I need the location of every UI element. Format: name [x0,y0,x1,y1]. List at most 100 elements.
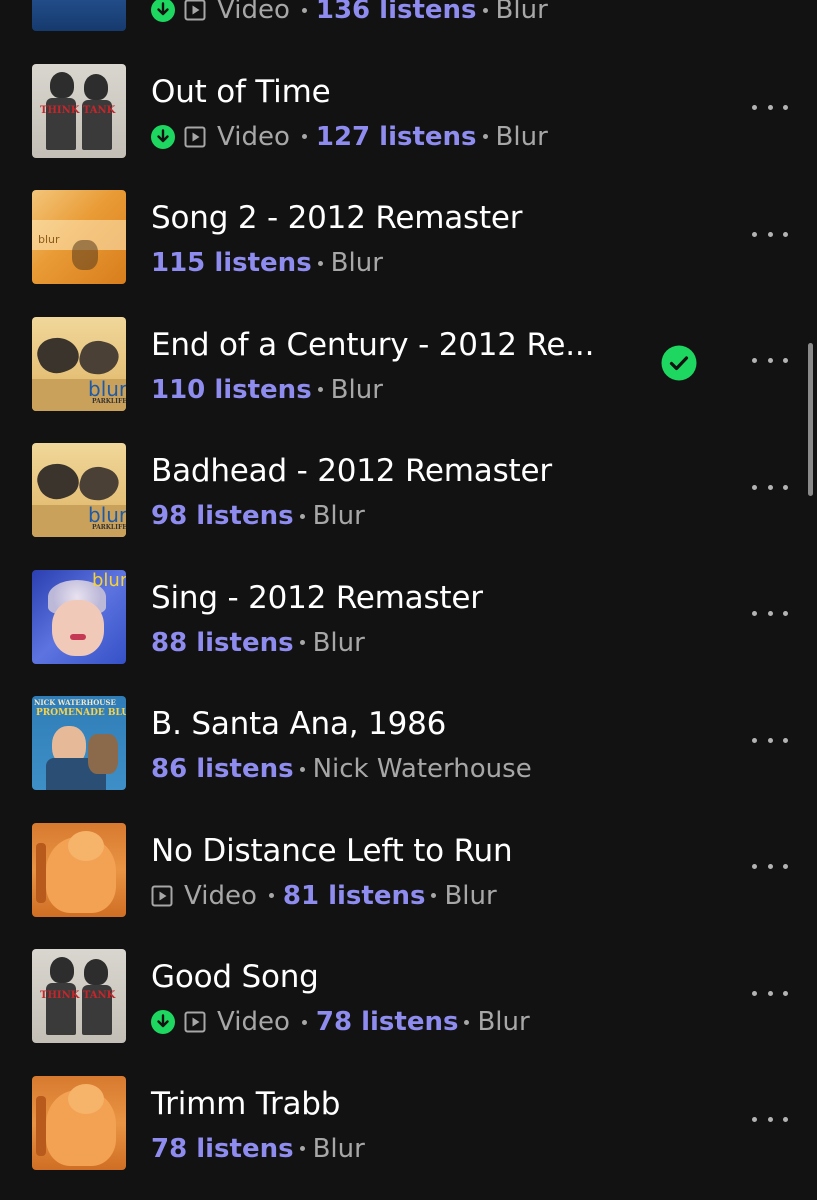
check-circle-icon[interactable] [661,345,697,381]
track-title: Trimm Trabb [151,1085,341,1122]
artist-name: Blur [495,121,548,152]
listen-count: 127 listens [315,121,477,152]
video-icon [184,0,206,21]
listen-count: 86 listens [151,754,294,784]
album-artwork [32,822,126,917]
separator-dot [299,513,305,519]
album-artwork: blur PARKLIFE [32,443,126,537]
separator-dot [431,893,437,898]
separator-dot [299,766,305,772]
track-row[interactable]: blur Sing - 2012 Remaster 88 listens Blur [0,554,817,681]
track-type-label: Video [217,1007,290,1037]
separator-dot [299,640,305,645]
album-artwork: blur PARKLIFE [32,316,126,411]
track-row[interactable]: THINK TANK Good Song Video 78 listens Blur [0,933,817,1060]
more-options-icon [783,864,788,869]
more-options-button[interactable] [748,94,792,122]
more-options-icon [767,358,773,363]
track-row[interactable]: Trimm Trabb 78 listens Blur [0,1060,817,1187]
more-options-icon [783,611,788,616]
artist-name: Blur [477,1007,530,1037]
video-icon [184,126,206,147]
track-meta: 88 listens Blur [151,627,365,659]
more-options-icon [752,358,757,363]
track-title: Badhead - 2012 Remaster [151,453,552,489]
artwork-text: THINK TANK [40,104,116,116]
more-options-button[interactable] [748,853,792,881]
separator-dot [317,387,323,392]
track-title: B. Santa Ana, 1986 [151,706,447,742]
separator-dot [482,134,488,139]
track-row[interactable]: NICK WATERHOUSE PROMENADE BLUE B. Santa … [0,680,817,807]
more-options-icon [752,611,757,616]
album-artwork [32,0,126,31]
artwork-text: NICK WATERHOUSE [34,698,116,707]
track-row[interactable]: No Distance Left to Run Video 81 listens B… [0,807,817,934]
separator-dot [301,134,307,139]
more-options-icon [767,864,773,869]
more-options-button[interactable] [748,347,792,375]
listen-count: 98 listens [151,501,294,531]
separator-dot [301,7,307,13]
track-row[interactable]: Video 136 listens Blur [0,0,817,48]
track-row[interactable]: blur PARKLIFE Badhead - 2012 Remaster 98… [0,427,817,554]
listen-count: 81 listens [282,880,426,911]
artist-name: Blur [495,0,548,25]
more-options-icon [767,105,773,110]
separator-dot [301,1019,307,1025]
separator-dot [482,7,488,13]
track-meta: 78 listens Blur [151,1133,365,1165]
track-type-label: Video [217,121,290,152]
track-meta: Video 78 listens Blur [151,1006,530,1038]
more-options-icon [783,1117,788,1122]
listen-count: 78 listens [315,1007,459,1037]
listen-count: 78 listens [151,1133,294,1164]
artist-name: Blur [312,627,365,658]
scrollbar[interactable] [808,343,813,496]
video-icon [184,1011,206,1033]
album-artwork: blur [32,190,126,284]
more-options-button[interactable] [748,979,792,1007]
artwork-subtext: PARKLIFE [92,397,126,405]
track-title: End of a Century - 2012 Re... [151,326,595,363]
more-options-button[interactable] [748,1106,792,1134]
artist-name: Blur [312,1133,365,1164]
track-row[interactable]: blur PARKLIFE End of a Century - 2012 Re… [0,301,817,428]
track-meta: Video 81 listens Blur [151,880,497,912]
separator-dot [464,1019,470,1025]
more-options-button[interactable] [748,600,792,628]
track-row[interactable]: blur Song 2 - 2012 Remaster 115 listens B… [0,174,817,301]
track-title: No Distance Left to Run [151,832,513,869]
more-options-icon [783,737,788,743]
more-options-icon [752,990,757,996]
artist-name: Nick Waterhouse [312,754,532,784]
artwork-subtext: PROMENADE BLUE [36,708,126,718]
album-artwork: NICK WATERHOUSE PROMENADE BLUE [32,696,126,790]
album-artwork: blur [32,569,126,664]
more-options-icon [767,484,773,490]
artwork-text: THINK TANK [40,990,116,1001]
download-icon [151,1010,175,1034]
more-options-icon [767,1117,773,1122]
track-title: Out of Time [151,73,331,110]
track-meta: 110 listens Blur [151,374,383,406]
more-options-icon [767,231,773,237]
more-options-icon [767,737,773,743]
separator-dot [299,1146,305,1151]
artist-name: Blur [330,248,383,278]
track-meta: 98 listens Blur [151,500,365,532]
separator-dot [268,893,274,898]
listen-count: 136 listens [315,0,477,25]
artwork-text: blur [92,569,126,591]
more-options-icon [783,990,788,996]
album-artwork: THINK TANK [32,63,126,158]
track-title: Good Song [151,959,319,995]
track-row[interactable]: THINK TANK Out of Time Video 127 listens B… [0,48,817,175]
more-options-icon [783,105,788,110]
track-meta: 86 listens Nick Waterhouse [151,753,532,785]
artwork-text: blur [88,503,126,527]
more-options-button[interactable] [748,220,792,248]
track-title: Sing - 2012 Remaster [151,579,483,616]
more-options-button[interactable] [748,726,792,754]
more-options-button[interactable] [748,473,792,501]
